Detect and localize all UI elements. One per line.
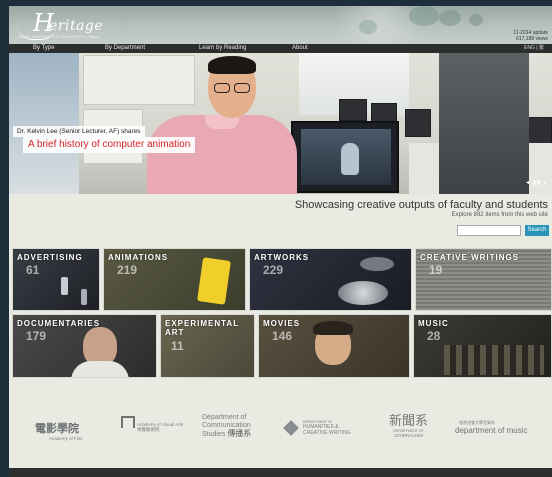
category-tile-experimental-art[interactable]: EXPERIMENTAL ART 11 (160, 314, 255, 378)
nav-item-about[interactable]: About (292, 44, 308, 53)
category-count: 219 (117, 263, 138, 277)
tile-bottle (81, 289, 87, 305)
logo-humanities-creative-writing[interactable]: DEPARTMENT OF HUMANITIES & CREATIVE WRIT… (283, 420, 351, 436)
comm-line3: Studies (202, 431, 226, 438)
hero-window (9, 53, 79, 194)
category-tile-music[interactable]: MUSIC 28 (413, 314, 552, 378)
hero-monitor (339, 99, 367, 121)
heritage-logo[interactable]: H eritage HONG KONG BAPTIST UNIVERSITY L… (15, 9, 115, 42)
browser-page: H eritage HONG KONG BAPTIST UNIVERSITY L… (9, 6, 552, 477)
category-count: 179 (26, 329, 47, 343)
category-name: ADVERTISING (17, 253, 83, 262)
hero-monitor (405, 109, 431, 137)
main-nav: By Type By Department Learn by Reading A… (9, 44, 552, 53)
nav-item-by-type[interactable]: By Type (33, 44, 55, 53)
language-switcher: ENG | 繁 (524, 44, 544, 53)
hero-cabinet (83, 55, 195, 105)
nav-item-learn-by-reading[interactable]: Learn by Reading (199, 44, 246, 53)
category-tile-documentaries[interactable]: DOCUMENTARIES 179 (12, 314, 157, 378)
comm-line1: Department of (202, 414, 247, 421)
logo-word: eritage (49, 18, 104, 34)
category-count: 28 (427, 329, 441, 343)
journalism-en2: JOURNALISM (394, 433, 424, 438)
department-logos: 電影學院 Academy of Film Academy of Visual A… (9, 408, 552, 456)
tile-orchestra (444, 345, 544, 375)
logo-academy-of-film[interactable]: 電影學院 Academy of Film (35, 420, 83, 441)
footer-bar (9, 468, 552, 477)
view-count: 617,188 views (516, 36, 548, 42)
category-name: EXPERIMENTAL ART (165, 319, 239, 337)
category-count: 146 (272, 329, 293, 343)
category-count: 61 (26, 263, 40, 277)
film-logo-zh: 電影學院 (35, 423, 79, 435)
hero-monitor (371, 103, 397, 123)
showcase-heading: Showcasing creative outputs of faculty a… (295, 199, 548, 218)
header-decoration (409, 6, 439, 26)
lang-separator: | (536, 45, 538, 51)
journalism-zh: 新聞系 (389, 413, 429, 428)
humanities-line3: CREATIVE WRITING (303, 430, 351, 436)
search-input[interactable] (457, 225, 521, 236)
slideshow-controls[interactable]: ◂ ▮▮ ▸ (526, 179, 548, 186)
header-decoration (469, 14, 483, 26)
3d-character (341, 143, 359, 175)
category-count: 229 (263, 263, 284, 277)
presenter-glasses (212, 83, 252, 93)
showcase-title: Showcasing creative outputs of faculty a… (294, 199, 548, 211)
tile-portrait-shirt (71, 361, 129, 377)
hero-door (439, 53, 529, 194)
glasses-lens (214, 83, 230, 93)
glasses-lens (234, 83, 250, 93)
screen-viewport (301, 129, 391, 185)
visual-arts-icon (121, 416, 135, 428)
logo-academy-of-visual-arts[interactable]: Academy of Visual Arts 視覺藝術院 (121, 416, 183, 433)
category-tile-artworks[interactable]: ARTWORKS 229 (249, 248, 412, 311)
category-tile-advertising[interactable]: ADVERTISING 61 (12, 248, 100, 311)
category-tile-animations[interactable]: ANIMATIONS 219 (103, 248, 246, 311)
hero-animation-screen (291, 121, 399, 193)
category-name: CREATIVE WRITINGS (420, 253, 520, 262)
presenter-shirt (147, 115, 297, 194)
category-count: 11 (171, 339, 184, 353)
header-decoration (439, 10, 461, 26)
search-button[interactable]: Search (525, 225, 549, 236)
showcase-subtitle: Explore 892 items from this web site (451, 212, 548, 218)
tile-bottle (61, 277, 68, 295)
logo-subtitle: HONG KONG BAPTIST UNIVERSITY Library (19, 35, 99, 39)
comm-zh: 傳播系 (227, 429, 252, 438)
category-name: MOVIES (263, 319, 301, 328)
lang-traditional-chinese[interactable]: 繁 (539, 45, 544, 51)
presenter-hair (208, 56, 256, 74)
header-decoration (359, 20, 377, 34)
tile-origami (197, 257, 231, 305)
tile-disc (360, 257, 394, 271)
nav-item-by-department[interactable]: By Department (105, 44, 145, 53)
hero-slideshow[interactable]: Dr. Kelvin Lee (Senior Lecturer, AF) sha… (9, 53, 552, 194)
category-tile-creative-writings[interactable]: CREATIVE WRITINGS 19 (415, 248, 552, 311)
category-tile-movies[interactable]: MOVIES 146 (258, 314, 410, 378)
category-name: ARTWORKS (254, 253, 310, 262)
hero-caption-title[interactable]: A brief history of computer animation (23, 137, 196, 153)
site-header: H eritage HONG KONG BAPTIST UNIVERSITY L… (9, 6, 552, 44)
logo-journalism[interactable]: 新聞系 DEPARTMENT OF JOURNALISM (389, 410, 428, 438)
category-name: MUSIC (418, 319, 449, 328)
film-logo-en: Academy of Film (49, 436, 83, 441)
music-en: department of music (455, 426, 528, 435)
tile-disc (338, 281, 388, 305)
logo-department-of-music[interactable]: 香港浸會大學音樂系 department of music (455, 420, 527, 435)
hero-caption-presenter: Dr. Kelvin Lee (Senior Lecturer, AF) sha… (13, 126, 145, 137)
visual-arts-zh: 視覺藝術院 (137, 427, 160, 432)
category-count: 19 (429, 263, 443, 277)
category-name: ANIMATIONS (108, 253, 169, 262)
lang-eng[interactable]: ENG (524, 45, 535, 51)
update-info: 11-2014 update 617,188 views (513, 30, 548, 42)
tile-portrait-hair (313, 321, 353, 335)
humanities-icon (283, 420, 299, 436)
logo-communication-studies[interactable]: Department of Communication Studies 傳播系 (202, 414, 251, 439)
category-name: DOCUMENTARIES (17, 319, 101, 328)
